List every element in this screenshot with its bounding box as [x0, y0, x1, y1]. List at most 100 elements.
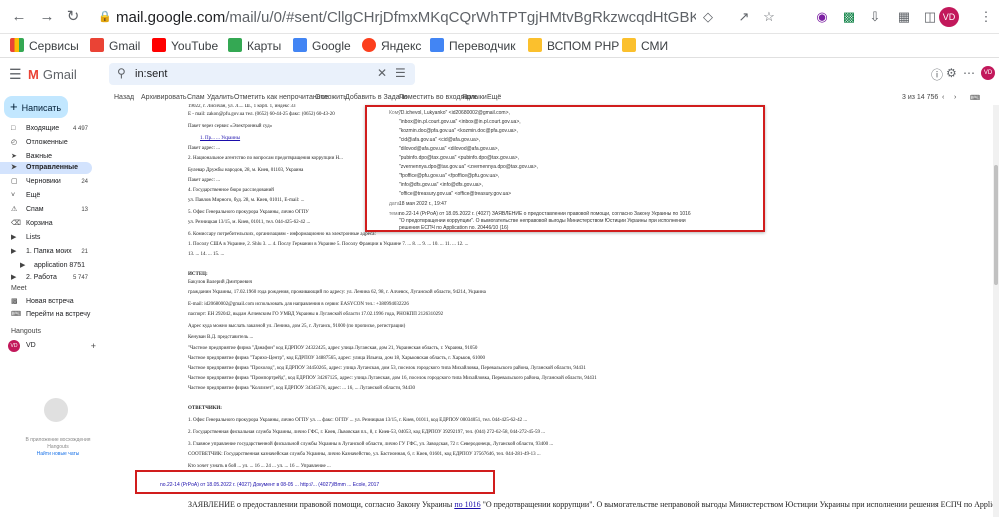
lock-icon[interactable]: 🔒 [96, 8, 114, 26]
hangouts-user[interactable]: VD VD + [0, 340, 110, 352]
sidebar-item-count: 13 [81, 207, 88, 213]
menu-kebab-icon[interactable]: ⋮ [977, 8, 995, 26]
toolbar-archive[interactable]: Архивировать [141, 94, 187, 101]
extension-green-icon[interactable]: ▩ [840, 8, 858, 26]
bookmarks-bar: Сервисы Gmail YouTube Карты Google Яндек… [0, 34, 999, 58]
sidebar-item-label: Черновики [26, 178, 61, 185]
toolbar-labels[interactable]: Ярлыки [462, 94, 487, 101]
add-contact-icon[interactable]: + [91, 340, 96, 352]
compose-button[interactable]: + Написать [4, 96, 68, 118]
sidebar-item-inbox[interactable]: □ Входящие 4 497 [0, 123, 110, 135]
settings-gear-icon[interactable]: ⚙ [946, 66, 957, 80]
search-icon[interactable]: ⚲ [117, 66, 126, 80]
draft-icon: ▢ [11, 178, 18, 185]
forward-arrow-icon[interactable]: → [38, 8, 56, 26]
sidebar-item-drafts[interactable]: ▢ Черновики 24 [0, 176, 110, 188]
meet-new-meeting[interactable]: ▩ Новая встреча [0, 296, 110, 308]
claimant-line: E-mail: id20680002@gmail.com использоват… [188, 302, 409, 307]
side-panel-icon[interactable]: ◫ [921, 8, 939, 26]
input-tools-icon[interactable]: ⌨ [970, 94, 980, 102]
hangouts-find-link[interactable]: Найти новые чаты [18, 451, 98, 457]
scrollbar-thumb[interactable] [994, 165, 998, 285]
chevron-down-icon: ˅ [11, 192, 16, 199]
law-link[interactable]: по 1016 [454, 500, 480, 509]
bookmark-label: Яндекс [381, 39, 422, 53]
hangouts-title: Hangouts [11, 328, 41, 335]
account-avatar[interactable]: VD [981, 66, 995, 80]
maps-icon [228, 38, 242, 52]
body-line: Пакет через сервис «Электронный суд» [188, 124, 273, 129]
toolbar-delete[interactable]: Удалить [207, 94, 234, 101]
toolbar-back[interactable]: Назад [114, 94, 134, 101]
bookmark-folder-php[interactable]: ВСПОМ PHP [528, 38, 619, 53]
extension-download-icon[interactable]: ⇩ [866, 8, 884, 26]
search-bar[interactable]: ⚲ in:sent ✕ ☰ [109, 63, 415, 85]
toolbar-snooze[interactable]: Отложить [315, 94, 347, 101]
help-icon[interactable]: ⓘ [931, 66, 943, 83]
sidebar-item-label: Важные [26, 153, 53, 160]
send-icon: ➤ [11, 164, 17, 171]
reference-link[interactable]: no.22-14 (PrPoA) от 18.05.2022 г. (4027)… [160, 482, 379, 488]
highlighted-reference-box: no.22-14 (PrPoA) от 18.05.2022 г. (4027)… [135, 470, 495, 494]
clear-search-icon[interactable]: ✕ [377, 66, 387, 80]
sidebar-item-snoozed[interactable]: ◴ Отложенные [0, 137, 110, 149]
body-line: 13. ... 14. ... 15. ... [188, 252, 225, 257]
recipient: "fpoffice@pfu.gov.ua" <fpoffice@pfu.gov.… [399, 173, 500, 179]
back-arrow-icon[interactable]: ← [10, 8, 28, 26]
respondent-line: СООТВЕТЧИК: Государственная казначейская… [188, 452, 541, 457]
bookmark-gmail[interactable]: Gmail [90, 38, 140, 53]
bookmark-maps[interactable]: Карты [228, 38, 281, 53]
sidebar-item-trash[interactable]: ⌫ Корзина [0, 218, 110, 230]
extension-colorful-icon[interactable]: ◉ [813, 8, 831, 26]
toolbar-spam[interactable]: Спам [187, 94, 205, 101]
folder-icon [528, 38, 542, 52]
gmail-logo[interactable]: M Gmail [28, 67, 77, 82]
pager-count: 3 из 14 756 [902, 94, 939, 101]
bookmark-yandex[interactable]: Яндекс [362, 38, 421, 53]
sidebar-item-sent[interactable]: ➤ Отправленные [0, 162, 92, 174]
subject-text: "О предотвращении коррупции". О вымогате… [482, 500, 993, 509]
next-icon[interactable]: › [954, 94, 956, 101]
profile-avatar[interactable]: VD [939, 7, 959, 27]
body-link[interactable]: 1. Пр... ... Украины [200, 136, 240, 141]
search-input[interactable]: in:sent [135, 68, 167, 80]
sidebar-item-count: 24 [81, 179, 88, 185]
google-icon [293, 38, 307, 52]
claimant-line: Частное предприятие фирма "Промпортрейд"… [188, 376, 597, 381]
sidebar-item-folder1[interactable]: ▶ 1. Папка моих 21 [0, 246, 110, 258]
bookmark-translator[interactable]: Переводчик [430, 38, 516, 53]
sidebar-item-work[interactable]: ▶ 2. Работа 5 747 [0, 272, 110, 284]
sidebar-item-label: Отправленные [26, 164, 79, 171]
sidebar-item-more[interactable]: ˅ Ещё [0, 190, 110, 202]
bookmark-folder-smi[interactable]: СМИ [622, 38, 668, 53]
body-line: 4. Государственное бюро расследований [188, 188, 274, 193]
meet-join-meeting[interactable]: ⌨ Перейти на встречу [0, 309, 110, 321]
prev-icon[interactable]: ‹ [942, 94, 944, 101]
share-icon[interactable]: ↗ [735, 8, 753, 26]
apps-grid-icon[interactable]: ⋯ [963, 66, 975, 80]
sidebar-item-spam[interactable]: ⚠ Спам 13 [0, 204, 110, 216]
bookmark-google[interactable]: Google [293, 38, 351, 53]
scrollbar[interactable] [993, 105, 999, 517]
toolbar-more[interactable]: Ещё [487, 94, 501, 101]
install-icon[interactable]: ◇ [699, 8, 717, 26]
gmail-m-icon: M [28, 67, 39, 82]
extensions-puzzle-icon[interactable]: ▦ [895, 8, 913, 26]
bookmark-services[interactable]: Сервисы [10, 38, 79, 53]
main-menu-icon[interactable]: ☰ [9, 66, 22, 83]
body-line: ул. Резницкая 13/15, м. Киев, 01011, тел… [188, 220, 311, 225]
reload-icon[interactable]: ↻ [64, 8, 82, 26]
search-options-icon[interactable]: ☰ [395, 66, 406, 80]
sidebar-item-application[interactable]: ▶ application 8751 [0, 260, 110, 272]
address-bar[interactable]: mail.google.com/mail/u/0/#sent/CllgCHrjD… [116, 9, 696, 26]
bookmark-youtube[interactable]: YouTube [152, 38, 218, 53]
keyboard-icon: ⌨ [11, 311, 22, 318]
meet-join-label: Перейти на встречу [26, 311, 91, 318]
recipient: "D.ichevol, Lukyanko" <id20680002@gmail.… [399, 110, 510, 116]
youtube-icon [152, 38, 166, 52]
body-line: ул. Павлов Мирного, буд. 28, м. Киев, 01… [188, 198, 305, 203]
sidebar-item-lists[interactable]: ▶ Lists [0, 232, 110, 244]
bookmark-star-icon[interactable]: ☆ [760, 8, 778, 26]
bookmark-label: ВСПОМ PHP [547, 39, 620, 53]
toolbar-add-task[interactable]: Добавить в Задачи [345, 94, 407, 101]
